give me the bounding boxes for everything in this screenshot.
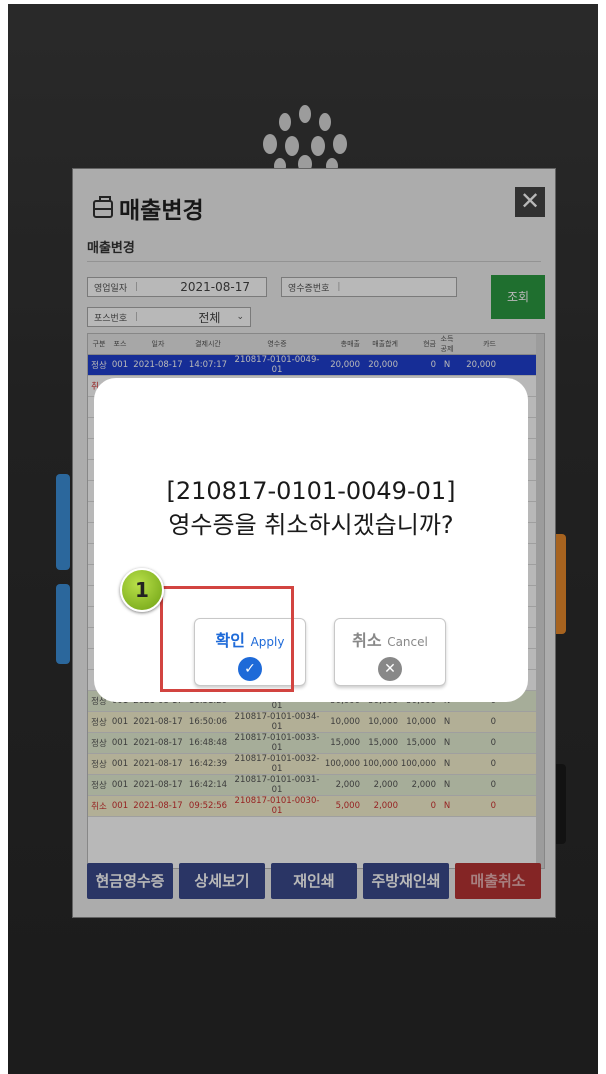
x-circle-icon: ✕ bbox=[378, 657, 402, 681]
app-screen: 매출변경 ✕ 매출변경 영업일자 | 2021-08-17 영수증번호 | 포스번호… bbox=[8, 4, 598, 1074]
cancel-label-ko: 취소 bbox=[352, 631, 382, 650]
cancel-label: 취소 Cancel bbox=[335, 627, 445, 651]
dialog-question: 영수증을 취소하시겠습니까? bbox=[168, 511, 454, 539]
cancel-button[interactable]: 취소 Cancel ✕ bbox=[334, 618, 446, 686]
highlight-box bbox=[160, 586, 294, 692]
step-badge: 1 bbox=[120, 568, 164, 612]
cancel-label-en: Cancel bbox=[387, 635, 428, 649]
dialog-receipt-number: [210817-0101-0049-01] bbox=[166, 477, 456, 505]
dialog-message: [210817-0101-0049-01] 영수증을 취소하시겠습니까? bbox=[94, 474, 528, 542]
